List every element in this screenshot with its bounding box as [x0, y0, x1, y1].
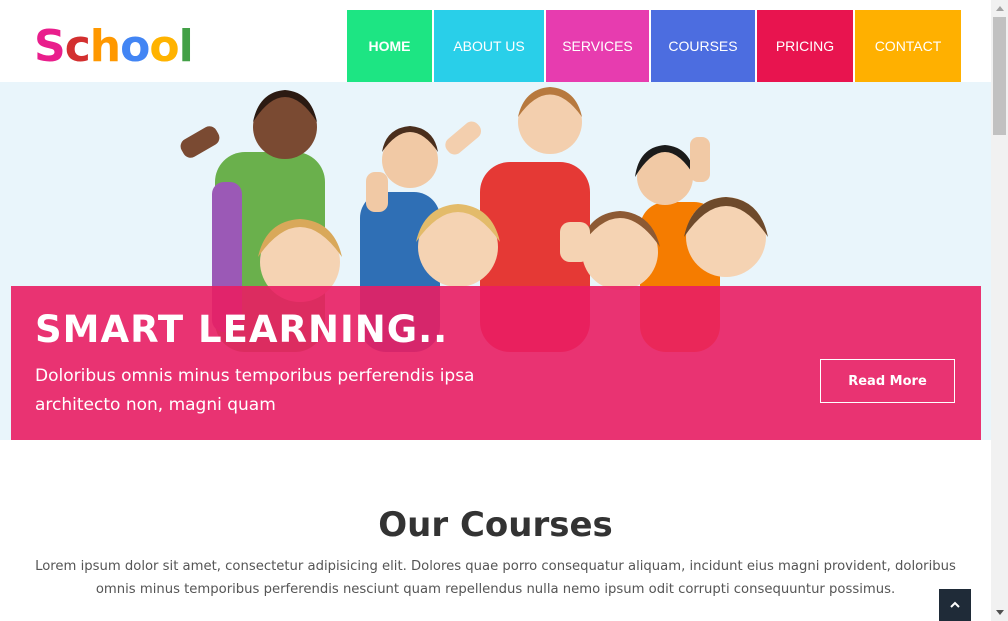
nav-services[interactable]: SERVICES: [546, 10, 649, 82]
read-more-button[interactable]: Read More: [820, 359, 955, 403]
scroll-up-arrow-icon[interactable]: [991, 0, 1008, 17]
page-scrollbar[interactable]: [991, 0, 1008, 621]
logo-letter: S: [34, 21, 66, 72]
main-nav: HOME ABOUT US SERVICES COURSES PRICING C…: [347, 10, 961, 82]
nav-contact[interactable]: CONTACT: [855, 10, 961, 82]
nav-pricing[interactable]: PRICING: [757, 10, 853, 82]
hero-slider: SMART LEARNING.. Doloribus omnis minus t…: [0, 82, 991, 440]
nav-about-us[interactable]: ABOUT US: [434, 10, 544, 82]
logo-letter: l: [178, 21, 194, 72]
scroll-down-arrow-icon[interactable]: [991, 604, 1008, 621]
logo-letter: o: [149, 21, 179, 72]
nav-home[interactable]: HOME: [347, 10, 432, 82]
chevron-up-icon: [950, 601, 960, 608]
courses-heading: Our Courses: [378, 505, 613, 545]
logo-letter: h: [89, 21, 121, 72]
courses-description: Lorem ipsum dolor sit amet, consectetur …: [35, 559, 956, 597]
page: School HOME ABOUT US SERVICES COURSES PR…: [0, 0, 991, 621]
hero-banner: SMART LEARNING.. Doloribus omnis minus t…: [11, 286, 981, 440]
site-logo[interactable]: School: [34, 21, 194, 72]
nav-courses[interactable]: COURSES: [651, 10, 755, 82]
back-to-top-button[interactable]: [939, 589, 971, 621]
hero-text: Doloribus omnis minus temporibus perfere…: [35, 366, 475, 415]
scroll-thumb[interactable]: [993, 17, 1006, 135]
site-header: School HOME ABOUT US SERVICES COURSES PR…: [0, 0, 991, 82]
logo-letter: c: [64, 21, 91, 72]
hero-title: SMART LEARNING..: [35, 308, 449, 351]
logo-letter: o: [120, 21, 150, 72]
